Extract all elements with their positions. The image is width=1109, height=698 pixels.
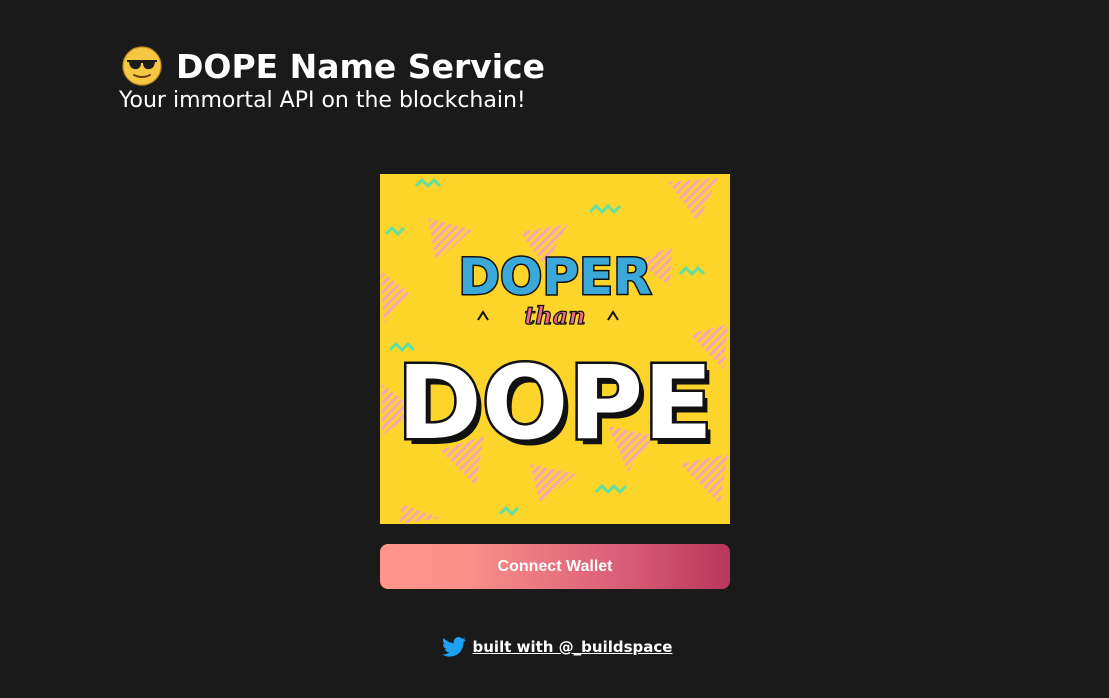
buildspace-link[interactable]: built with @_buildspace [473,638,673,656]
footer: built with @_buildspace [0,637,1109,657]
connect-wallet-button[interactable]: Connect Wallet [380,544,730,589]
app-page: DOPE Name Service Your immortal API on t… [0,0,1109,698]
twitter-icon [441,637,466,657]
hero-dope-text: DOPE [397,344,713,463]
page-subtitle: Your immortal API on the blockchain! [119,88,526,113]
sunglasses-face-icon [122,46,162,86]
header: DOPE Name Service Your immortal API on t… [119,42,545,113]
doper-than-dope-artwork: DOPER than DOPE DOPE [380,174,730,524]
title-row: DOPE Name Service [119,42,545,90]
hero-than-text: than [524,301,586,330]
hero-image: DOPER than DOPE DOPE [380,174,730,524]
footer-inner: built with @_buildspace [441,637,673,657]
page-title: DOPE Name Service [176,46,545,86]
hero-doper-text: DOPER [458,248,651,306]
